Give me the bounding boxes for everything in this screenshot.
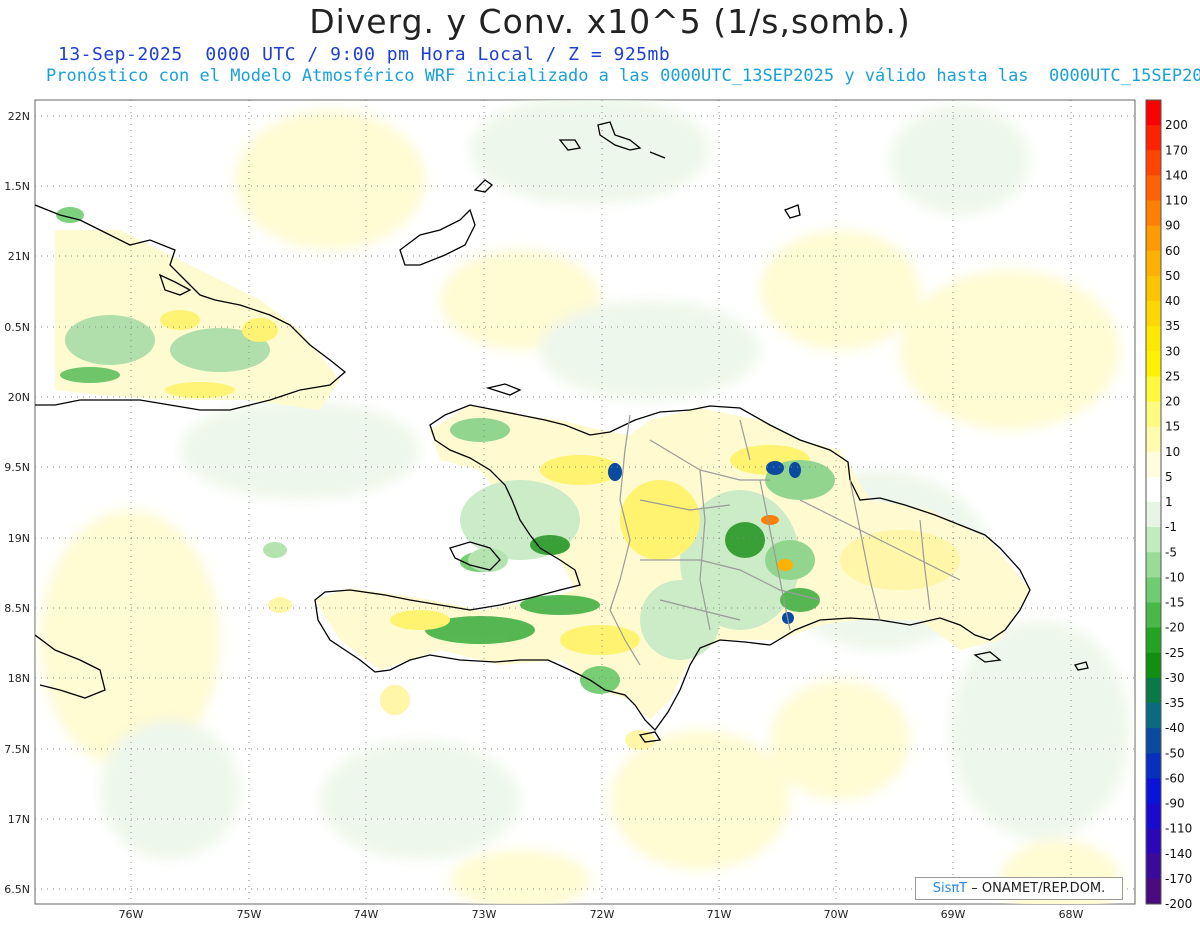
colorbar-label: 15 bbox=[1165, 420, 1180, 434]
colorbar-swatch bbox=[1146, 250, 1161, 277]
lon-label: 73W bbox=[472, 908, 497, 921]
lon-label: 71W bbox=[707, 908, 732, 921]
colorbar-swatch bbox=[1146, 502, 1161, 528]
colorbar-label: 10 bbox=[1165, 445, 1180, 459]
colorbar-swatch bbox=[1146, 803, 1161, 830]
colorbar-swatch bbox=[1146, 828, 1161, 855]
colorbar-label: -200 bbox=[1165, 897, 1192, 911]
colorbar-label: 40 bbox=[1165, 294, 1180, 308]
lon-label: 75W bbox=[237, 908, 262, 921]
colorbar-label: 200 bbox=[1165, 118, 1188, 132]
colorbar-swatch bbox=[1146, 301, 1161, 327]
colorbar-swatch bbox=[1146, 401, 1161, 428]
colorbar-swatch bbox=[1146, 853, 1161, 880]
colorbar-swatch bbox=[1146, 175, 1161, 201]
lon-label: 68W bbox=[1059, 908, 1084, 921]
colorbar-swatch bbox=[1146, 150, 1161, 176]
credit-text: – ONAMET/REP.DOM. bbox=[967, 881, 1106, 896]
colorbar-label: 5 bbox=[1165, 470, 1173, 484]
colorbar-label: 1 bbox=[1165, 495, 1173, 509]
colorbar-swatch bbox=[1146, 527, 1161, 553]
colorbar-swatch bbox=[1146, 627, 1161, 654]
colorbar-swatch bbox=[1146, 100, 1161, 126]
colorbar-label: -60 bbox=[1165, 771, 1185, 785]
colorbar-label: 60 bbox=[1165, 244, 1180, 258]
lon-label: 76W bbox=[119, 908, 144, 921]
lat-label: 18N bbox=[8, 672, 30, 685]
colorbar-swatch bbox=[1146, 275, 1161, 302]
map-figure: 22N 1.5N 21N 0.5N 20N 9.5N 19N 8.5N 18N … bbox=[4, 99, 1192, 921]
colorbar-swatch bbox=[1146, 376, 1161, 402]
lon-label: 69W bbox=[941, 908, 966, 921]
longitude-labels: 76W 75W 74W 73W 72W 71W 70W 69W 68W bbox=[119, 908, 1084, 921]
latitude-labels: 22N 1.5N 21N 0.5N 20N 9.5N 19N 8.5N 18N … bbox=[4, 110, 30, 896]
colorbar-swatch bbox=[1146, 225, 1161, 252]
lon-label: 72W bbox=[590, 908, 615, 921]
colorbar-label: -50 bbox=[1165, 746, 1185, 760]
colorbar-label: -140 bbox=[1165, 847, 1192, 861]
colorbar-label: -15 bbox=[1165, 596, 1185, 610]
lon-label: 74W bbox=[354, 908, 379, 921]
lon-label: 70W bbox=[824, 908, 849, 921]
colorbar-swatch bbox=[1146, 652, 1161, 679]
lat-label: 6.5N bbox=[4, 883, 30, 896]
colorbar-swatch bbox=[1146, 351, 1161, 377]
lat-label: 8.5N bbox=[4, 602, 30, 615]
colorbar-swatch bbox=[1146, 200, 1161, 227]
colorbar-label: 35 bbox=[1165, 319, 1180, 333]
colorbar-label: -30 bbox=[1165, 671, 1185, 685]
colorbar-label: -90 bbox=[1165, 797, 1185, 811]
colorbar-label: 25 bbox=[1165, 369, 1180, 383]
colorbar-swatch bbox=[1146, 476, 1161, 503]
colorbar-label: 30 bbox=[1165, 344, 1180, 358]
colorbar-label: -1 bbox=[1165, 520, 1177, 534]
colorbar-label: 50 bbox=[1165, 269, 1180, 283]
colorbar-label: -35 bbox=[1165, 696, 1185, 710]
colorbar-label: 90 bbox=[1165, 219, 1180, 233]
colorbar-swatch bbox=[1146, 677, 1161, 704]
lat-label: 19N bbox=[8, 532, 30, 545]
colorbar-label: -20 bbox=[1165, 621, 1185, 635]
colorbar-swatch bbox=[1146, 778, 1161, 804]
colorbar-label: 20 bbox=[1165, 395, 1180, 409]
colorbar-swatch bbox=[1146, 577, 1161, 603]
colorbar-swatch bbox=[1146, 125, 1161, 151]
colorbar-swatch bbox=[1146, 326, 1161, 352]
lat-label: 20N bbox=[8, 391, 30, 404]
colorbar-swatch bbox=[1146, 878, 1161, 905]
colorbar-swatch bbox=[1146, 753, 1161, 779]
colorbar-label: 170 bbox=[1165, 143, 1188, 157]
lat-label: 7.5N bbox=[4, 743, 30, 756]
colorbar-swatch bbox=[1146, 552, 1161, 578]
lat-label: 1.5N bbox=[4, 180, 30, 193]
lat-label: 9.5N bbox=[4, 461, 30, 474]
credit-box: SisπΤ – ONAMET/REP.DOM. bbox=[915, 877, 1123, 900]
colorbar-label: -5 bbox=[1165, 545, 1177, 559]
colorbar-swatch bbox=[1146, 426, 1161, 453]
lat-label: 21N bbox=[8, 250, 30, 263]
colorbar: 200 170 140 110 90 60 50 40 35 30 25 20 15 10 5 1 -1 -5 -1… bbox=[1145, 99, 1192, 911]
colorbar-swatch bbox=[1146, 602, 1161, 629]
colorbar-label: -10 bbox=[1165, 570, 1185, 584]
colorbar-swatch bbox=[1146, 728, 1161, 754]
lat-label: 22N bbox=[8, 110, 30, 123]
colorbar-swatch bbox=[1146, 703, 1161, 729]
colorbar-label: -110 bbox=[1165, 822, 1192, 836]
lat-label: 0.5N bbox=[4, 321, 30, 334]
lat-label: 17N bbox=[8, 813, 30, 826]
colorbar-label: 110 bbox=[1165, 194, 1188, 208]
credit-brand: SisπΤ bbox=[932, 881, 968, 896]
colorbar-label: -170 bbox=[1165, 872, 1192, 886]
colorbar-swatch bbox=[1146, 451, 1161, 478]
colorbar-label: 140 bbox=[1165, 168, 1188, 182]
colorbar-label: -25 bbox=[1165, 646, 1185, 660]
colorbar-label: -40 bbox=[1165, 721, 1185, 735]
